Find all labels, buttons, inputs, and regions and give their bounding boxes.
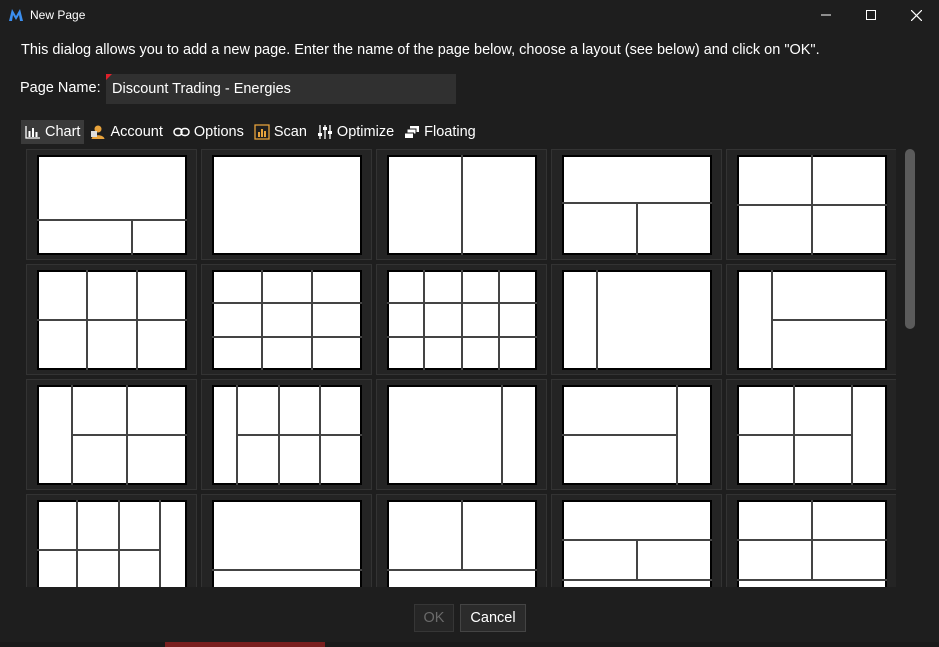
layout-option-19[interactable]: [551, 494, 722, 587]
layout-thumbnail: [737, 500, 887, 587]
layout-option-11[interactable]: [26, 379, 197, 490]
minimize-button[interactable]: [803, 0, 849, 30]
layout-thumbnail: [212, 385, 362, 485]
background-strip: [0, 642, 939, 647]
tab-options[interactable]: Options: [169, 120, 248, 144]
layout-thumbnail: [737, 270, 887, 370]
page-name-input[interactable]: [106, 74, 456, 104]
layout-tabs: Chart Account Options Scan Optimize Floa…: [21, 120, 482, 144]
multicharts-logo-icon: [9, 9, 23, 21]
tab-scan-label: Scan: [273, 124, 307, 140]
layout-thumbnail: [37, 270, 187, 370]
floating-windows-icon: [404, 126, 420, 139]
tab-options-label: Options: [193, 124, 244, 140]
layout-option-2[interactable]: [201, 149, 372, 260]
layout-thumbnail: [737, 155, 887, 255]
layout-thumbnail: [212, 155, 362, 255]
cancel-button[interactable]: Cancel: [460, 604, 526, 632]
bar-chart-icon: [25, 126, 40, 139]
layout-thumbnail: [37, 500, 187, 587]
ok-button[interactable]: OK: [414, 604, 454, 632]
tab-floating[interactable]: Floating: [400, 120, 480, 144]
sliders-icon: [317, 125, 332, 139]
tab-floating-label: Floating: [424, 124, 476, 140]
window-title: New Page: [30, 8, 86, 22]
layout-option-10[interactable]: [726, 264, 896, 375]
maximize-icon: [866, 10, 876, 20]
page-name-label: Page Name:: [20, 80, 101, 96]
input-marker: [106, 74, 112, 80]
layout-thumbnail: [562, 385, 712, 485]
layout-option-7[interactable]: [201, 264, 372, 375]
layout-thumbnail: [212, 270, 362, 370]
link-icon: [173, 127, 190, 137]
layout-thumbnail: [37, 155, 187, 255]
layout-thumbnail: [212, 500, 362, 587]
layout-option-5[interactable]: [726, 149, 896, 260]
layout-option-15[interactable]: [726, 379, 896, 490]
layout-option-14[interactable]: [551, 379, 722, 490]
tab-chart-label: Chart: [45, 124, 81, 140]
layout-thumbnail: [737, 385, 887, 485]
layout-option-8[interactable]: [376, 264, 547, 375]
layout-option-1[interactable]: [26, 149, 197, 260]
tab-optimize[interactable]: Optimize: [313, 120, 398, 144]
account-icon: [91, 125, 105, 139]
scrollbar-thumb[interactable]: [905, 149, 915, 329]
dialog-description: This dialog allows you to add a new page…: [21, 42, 820, 58]
tab-scan[interactable]: Scan: [250, 120, 311, 144]
layout-option-6[interactable]: [26, 264, 197, 375]
layout-option-9[interactable]: [551, 264, 722, 375]
minimize-icon: [821, 14, 831, 16]
layout-option-4[interactable]: [551, 149, 722, 260]
maximize-button[interactable]: [848, 0, 894, 30]
layout-thumbnail: [387, 270, 537, 370]
layout-thumbnail: [37, 385, 187, 485]
layout-thumbnail: [387, 500, 537, 587]
layout-thumbnail: [562, 500, 712, 587]
layout-grid: [26, 149, 896, 587]
layout-option-16[interactable]: [26, 494, 197, 587]
layout-option-17[interactable]: [201, 494, 372, 587]
scan-icon: [254, 124, 270, 140]
close-button[interactable]: [893, 0, 939, 30]
title-bar: New Page: [0, 0, 939, 30]
close-icon: [910, 9, 922, 21]
layout-option-18[interactable]: [376, 494, 547, 587]
layout-thumbnail: [562, 155, 712, 255]
layout-thumbnail: [562, 270, 712, 370]
background-strip-red: [165, 642, 325, 647]
layout-thumbnail: [387, 155, 537, 255]
layout-thumbnail: [387, 385, 537, 485]
layout-option-13[interactable]: [376, 379, 547, 490]
tab-chart[interactable]: Chart: [21, 120, 85, 144]
layout-option-12[interactable]: [201, 379, 372, 490]
tab-account[interactable]: Account: [86, 120, 166, 144]
tab-optimize-label: Optimize: [336, 124, 395, 140]
layout-option-20[interactable]: [726, 494, 896, 587]
layout-option-3[interactable]: [376, 149, 547, 260]
tab-account-label: Account: [110, 124, 163, 140]
